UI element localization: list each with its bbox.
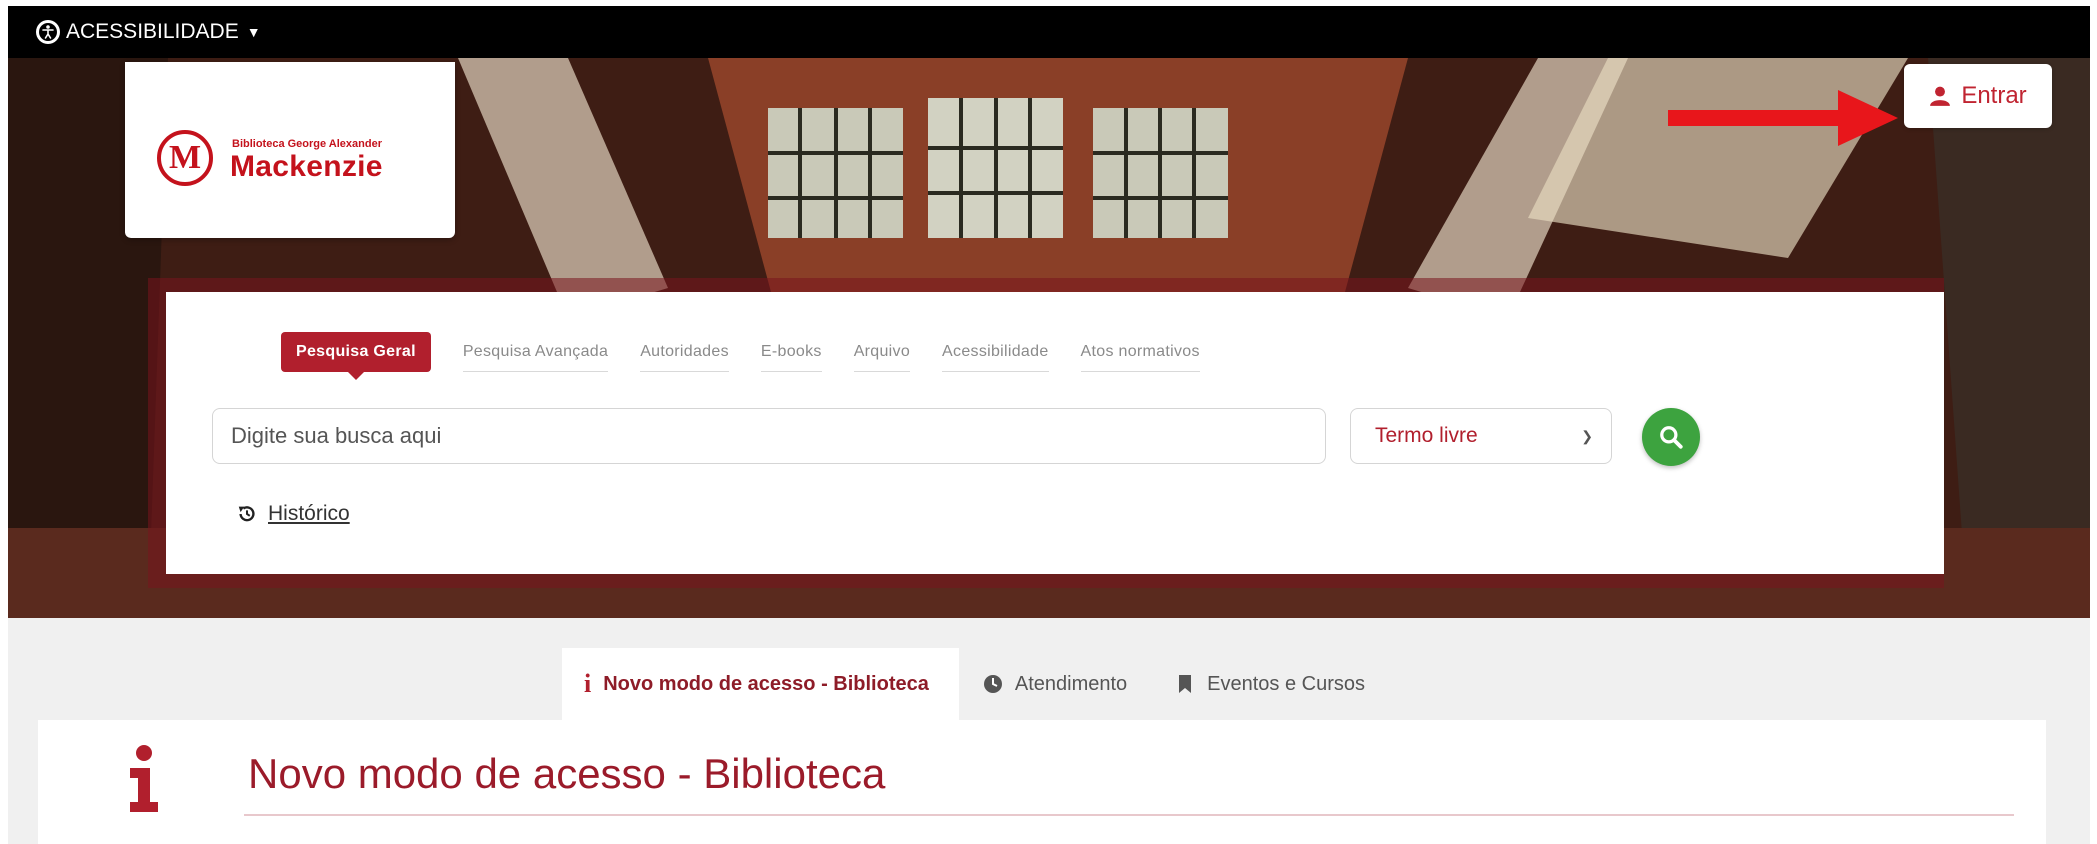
tab-label: Atendimento <box>1014 672 1128 695</box>
history-icon <box>238 506 255 522</box>
top-bar: ACESSIBILIDADE ▼ <box>8 6 2090 58</box>
tab-novo-modo-acesso[interactable]: i Novo modo de acesso - Biblioteca <box>562 648 959 720</box>
tab-pesquisa-geral[interactable]: Pesquisa Geral <box>281 332 431 380</box>
content-section: i Novo modo de acesso - Biblioteca Atend… <box>8 618 2090 844</box>
hero-banner: M Biblioteca George Alexander Mackenzie … <box>8 58 2090 618</box>
login-button[interactable]: Entrar <box>1904 64 2052 128</box>
tab-label: Eventos e Cursos <box>1207 672 1366 695</box>
search-panel: Pesquisa Geral Pesquisa Avançada Autorid… <box>166 292 1944 574</box>
tab-eventos-cursos[interactable]: Eventos e Cursos <box>1151 648 1389 720</box>
tab-atendimento[interactable]: Atendimento <box>959 648 1151 720</box>
content-title: Novo modo de acesso - Biblioteca <box>248 750 886 797</box>
content-tabs: i Novo modo de acesso - Biblioteca Atend… <box>562 648 1389 720</box>
history-label: Histórico <box>268 502 350 525</box>
tab-ebooks[interactable]: E-books <box>760 343 822 372</box>
accessibility-icon <box>36 20 60 44</box>
search-icon <box>1660 426 1683 449</box>
logo-title: Mackenzie <box>230 150 383 183</box>
search-input[interactable] <box>212 408 1326 464</box>
tab-acessibilidade[interactable]: Acessibilidade <box>942 343 1049 372</box>
history-link[interactable]: Histórico <box>236 502 350 526</box>
info-icon: i <box>584 669 592 698</box>
red-arrow-annotation <box>1668 90 1898 146</box>
search-type-select[interactable]: Termo livre ❯ <box>1350 408 1612 464</box>
clock-icon <box>983 675 1002 693</box>
mackenzie-logo-mark: M <box>157 130 213 186</box>
bookmark-icon <box>1179 675 1192 693</box>
page-frame: ACESSIBILIDADE ▼ M Biblioteca George Ale… <box>8 6 2090 844</box>
search-overlay: Pesquisa Geral Pesquisa Avançada Autorid… <box>148 278 1944 588</box>
tab-pesquisa-avancada[interactable]: Pesquisa Avançada <box>462 343 609 372</box>
accessibility-menu-button[interactable]: ACESSIBILIDADE ▼ <box>36 14 261 50</box>
library-logo[interactable]: M Biblioteca George Alexander Mackenzie <box>125 62 455 238</box>
search-tabs: Pesquisa Geral Pesquisa Avançada Autorid… <box>281 332 1232 380</box>
user-icon <box>1930 86 1951 106</box>
search-type-value: Termo livre <box>1375 424 1478 447</box>
chevron-down-icon: ❯ <box>1581 427 1593 444</box>
chevron-down-icon: ▼ <box>246 24 261 40</box>
tab-label: Novo modo de acesso - Biblioteca <box>603 672 929 695</box>
tab-autoridades[interactable]: Autoridades <box>640 343 729 372</box>
info-icon <box>130 745 158 812</box>
tab-arquivo[interactable]: Arquivo <box>853 343 911 372</box>
content-panel: Novo modo de acesso - Biblioteca <box>38 720 2046 844</box>
search-button[interactable] <box>1642 408 1700 466</box>
accessibility-label: ACESSIBILIDADE <box>66 20 239 43</box>
logo-subtitle: Biblioteca George Alexander <box>232 138 382 150</box>
login-label: Entrar <box>1961 82 2027 109</box>
tab-atos-normativos[interactable]: Atos normativos <box>1080 343 1200 372</box>
title-divider <box>244 814 2014 816</box>
